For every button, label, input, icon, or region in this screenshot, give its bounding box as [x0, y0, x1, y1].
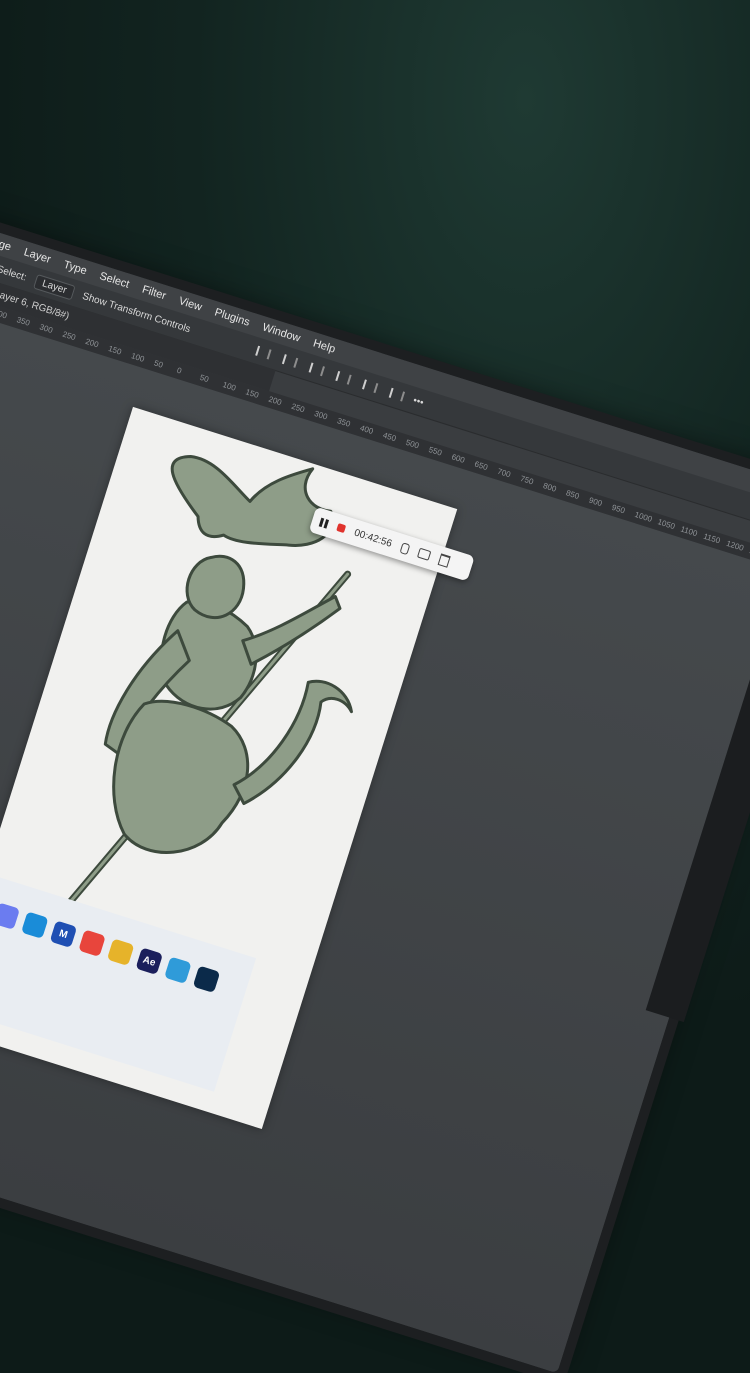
ruler-tick-label: 850: [564, 488, 581, 501]
cast-icon[interactable]: [416, 547, 432, 561]
ruler-tick-label: 300: [313, 408, 329, 422]
ruler-tick-label: 1100: [679, 524, 699, 539]
ruler-tick-label: 350: [336, 416, 352, 429]
menu-item-filter[interactable]: Filter: [141, 284, 168, 303]
align-center-icon[interactable]: [282, 354, 299, 368]
ruler-tick-label: 950: [610, 502, 627, 516]
ruler-tick-label: 100: [221, 380, 238, 393]
ruler-tick-label: 1150: [702, 531, 722, 546]
menu-item-image[interactable]: Image: [0, 233, 13, 254]
ruler-tick-label: 400: [358, 423, 375, 436]
photoshop-window: Image Layer Type Select Filter View Plugins Win…: [0, 195, 750, 1373]
ruler-tick-label: 250: [290, 401, 306, 415]
ruler-tick-label: 150: [244, 387, 260, 400]
app-m-icon[interactable]: M: [49, 920, 78, 948]
ruler-tick-label: 900: [587, 495, 604, 509]
ruler-tick-label: 200: [267, 394, 283, 408]
monitor: Image Layer Type Select Filter View Plugins Win…: [0, 0, 750, 1373]
ruler-tick-label: 400: [0, 307, 9, 321]
ruler-tick-label: 50: [152, 358, 165, 370]
taskbar-app-label: Ae: [141, 954, 158, 969]
ruler-tick-label: 500: [404, 437, 421, 451]
taskbar-app-label: M: [57, 927, 70, 941]
notes-icon[interactable]: [106, 938, 135, 966]
flag-banner: [170, 455, 334, 547]
photoshop-icon[interactable]: [192, 965, 221, 994]
edge-icon[interactable]: [21, 911, 49, 939]
menu-item-view[interactable]: View: [177, 295, 203, 314]
ruler-tick-label: 650: [473, 459, 489, 473]
align-middle-icon[interactable]: [389, 387, 406, 402]
mic-off-icon[interactable]: [399, 541, 411, 555]
chrome-icon[interactable]: [78, 929, 106, 957]
copilot-icon[interactable]: [0, 902, 21, 930]
ruler-tick-label: 1200: [725, 538, 745, 553]
ruler-tick-label: 550: [427, 445, 444, 458]
ruler-tick-label: 450: [381, 430, 398, 444]
menu-item-type[interactable]: Type: [62, 259, 88, 278]
distribute-icon[interactable]: [335, 371, 352, 385]
stop-icon[interactable]: [336, 523, 347, 534]
align-top-icon[interactable]: [362, 379, 379, 394]
align-left-icon[interactable]: [255, 345, 272, 360]
ruler-tick-label: 100: [130, 351, 146, 364]
trash-icon[interactable]: [437, 553, 451, 568]
recording-timer: 00:42:56: [352, 527, 394, 550]
photos-icon[interactable]: [164, 956, 192, 985]
ruler-tick-label: 750: [519, 473, 535, 487]
ruler-tick-label: 350: [15, 315, 32, 328]
ruler-tick-label: 300: [38, 322, 54, 335]
ruler-tick-label: 150: [107, 344, 123, 357]
ruler-tick-label: 800: [542, 481, 558, 494]
pause-icon[interactable]: [318, 517, 330, 529]
ruler-tick-label: 200: [84, 336, 100, 350]
ruler-tick-label: 600: [450, 452, 466, 465]
ruler-tick-label: 50: [198, 372, 210, 385]
after-effects-icon[interactable]: Ae: [135, 947, 164, 976]
ruler-tick-label: 1000: [633, 509, 654, 524]
menu-item-help[interactable]: Help: [312, 337, 337, 355]
more-options-button[interactable]: •••: [412, 395, 425, 409]
ruler-tick-label: 0: [175, 365, 183, 376]
ruler-tick-label: 250: [61, 329, 77, 343]
ruler-tick-label: 1050: [656, 517, 677, 532]
menu-item-layer[interactable]: Layer: [22, 246, 52, 266]
ruler-tick-label: 700: [496, 466, 512, 480]
align-right-icon[interactable]: [308, 362, 326, 377]
